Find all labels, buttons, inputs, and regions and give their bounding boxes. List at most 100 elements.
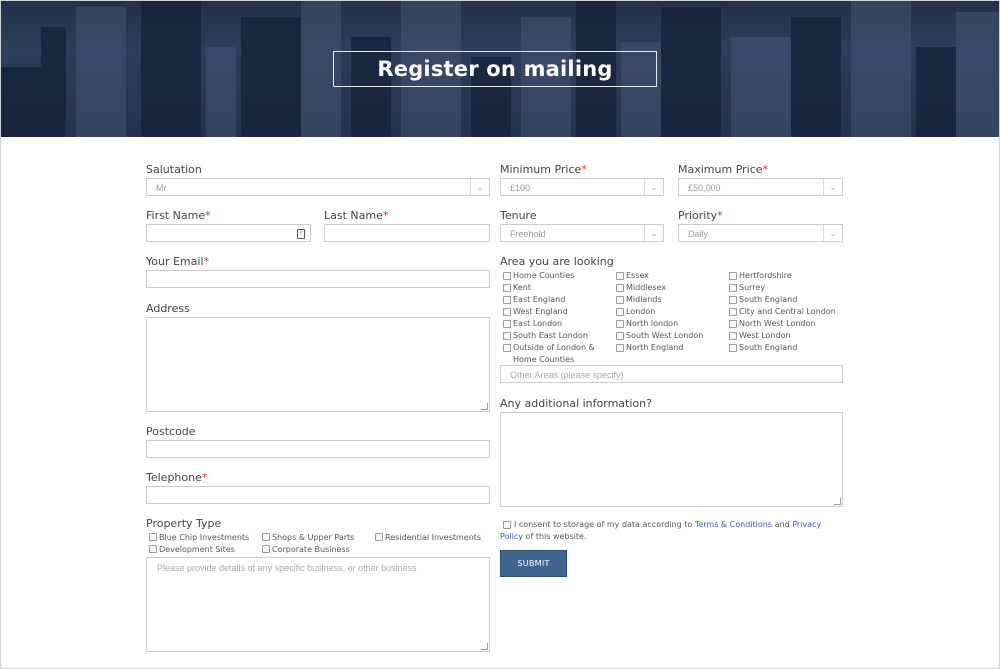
- area-checkbox[interactable]: [729, 308, 737, 316]
- area-checkbox[interactable]: [503, 272, 511, 280]
- chevron-down-icon: ⌄: [823, 179, 842, 195]
- checkbox-blue-chip[interactable]: [149, 533, 157, 541]
- area-option-label: Middlesex: [626, 283, 667, 292]
- area-option-label: North West London: [739, 319, 816, 328]
- priority-label: Priority*: [678, 209, 723, 222]
- area-checkbox[interactable]: [503, 284, 511, 292]
- area-option-label: South England: [739, 295, 798, 304]
- area-option-label: Essex: [626, 271, 649, 280]
- area-option-label: Surrey: [739, 283, 766, 292]
- min-price-select[interactable]: £100 ⌄: [500, 178, 664, 196]
- min-price-value: £100: [510, 183, 531, 193]
- area-option-label: Home Counties: [513, 271, 575, 280]
- checkbox-shops[interactable]: [262, 533, 270, 541]
- resize-handle-icon[interactable]: [834, 498, 841, 505]
- area-option-label: East England: [513, 295, 566, 304]
- first-name-label: First Name*: [146, 209, 211, 222]
- chevron-down-icon: ⌄: [644, 179, 663, 195]
- area-option-label: Kent: [513, 283, 531, 292]
- area-option-label: North England: [626, 343, 684, 352]
- property-type-label: Property Type: [146, 517, 222, 530]
- area-checkbox[interactable]: [729, 344, 737, 352]
- area-checkbox[interactable]: [729, 320, 737, 328]
- first-name-input[interactable]: !: [146, 224, 311, 242]
- checkbox-label: Corporate Business: [272, 545, 350, 554]
- area-label: Area you are looking: [500, 255, 614, 268]
- area-option-label: West England: [513, 307, 568, 316]
- page-title: Register on mailing: [377, 57, 613, 81]
- priority-select[interactable]: Daily ⌄: [678, 224, 843, 242]
- area-option-label: Outside of London &: [513, 343, 595, 352]
- property-details-placeholder: Please provide details of any specific b…: [157, 563, 417, 573]
- area-option-label-line2: Home Counties: [513, 355, 575, 364]
- tenure-label: Tenure: [500, 209, 537, 222]
- area-option-label: North london: [626, 319, 679, 328]
- resize-handle-icon[interactable]: [481, 403, 488, 410]
- checkbox-label: Residential Investments: [385, 533, 482, 542]
- other-areas-placeholder: Other Areas (please specify): [510, 370, 624, 380]
- checkbox-residential[interactable]: [375, 533, 383, 541]
- area-checkbox[interactable]: [503, 332, 511, 340]
- property-details-textarea[interactable]: Please provide details of any specific b…: [146, 557, 490, 652]
- hero-banner: Register on mailing: [1, 1, 999, 137]
- chevron-down-icon: ⌄: [644, 225, 663, 241]
- address-textarea[interactable]: [146, 317, 490, 412]
- address-label: Address: [146, 302, 190, 315]
- area-checkbox[interactable]: [616, 332, 624, 340]
- salutation-label: Salutation: [146, 163, 202, 176]
- postcode-input[interactable]: [146, 440, 490, 458]
- area-checkbox[interactable]: [616, 320, 624, 328]
- chevron-down-icon: ⌄: [823, 225, 842, 241]
- area-checkbox[interactable]: [616, 272, 624, 280]
- area-checkbox[interactable]: [616, 308, 624, 316]
- additional-info-textarea[interactable]: [500, 412, 843, 507]
- last-name-input[interactable]: [324, 224, 490, 242]
- area-option-label: South England: [739, 343, 798, 352]
- checkbox-corporate[interactable]: [262, 545, 270, 553]
- area-checkbox[interactable]: [503, 320, 511, 328]
- last-name-label: Last Name*: [324, 209, 389, 222]
- area-checkbox[interactable]: [729, 284, 737, 292]
- checkbox-label: Blue Chip Investments: [159, 533, 250, 542]
- salutation-value: Mr: [156, 183, 167, 193]
- area-checkbox[interactable]: [616, 344, 624, 352]
- max-price-label: Maximum Price*: [678, 163, 769, 176]
- min-price-label: Minimum Price*: [500, 163, 587, 176]
- telephone-label: Telephone*: [146, 471, 208, 484]
- max-price-select[interactable]: £50,000 ⌄: [678, 178, 843, 196]
- area-option-label: City and Central London: [739, 307, 836, 316]
- consent-text: I consent to storage of my data accordin…: [500, 520, 822, 541]
- key-icon[interactable]: !: [297, 229, 305, 239]
- area-checkbox[interactable]: [503, 308, 511, 316]
- area-option-label: Midlands: [626, 295, 662, 304]
- area-checkbox[interactable]: [729, 296, 737, 304]
- chevron-down-icon: ⌄: [470, 179, 489, 195]
- resize-handle-icon[interactable]: [481, 643, 488, 650]
- salutation-select[interactable]: Mr ⌄: [146, 178, 490, 196]
- area-option-label: Hertfordshire: [739, 271, 792, 280]
- checkbox-development[interactable]: [149, 545, 157, 553]
- email-label: Your Email*: [146, 255, 209, 268]
- area-option-label: South East London: [513, 331, 588, 340]
- max-price-value: £50,000: [688, 183, 721, 193]
- telephone-input[interactable]: [146, 486, 490, 504]
- area-checkbox[interactable]: [616, 296, 624, 304]
- checkbox-label: Development Sites: [159, 545, 235, 554]
- page-title-box: Register on mailing: [333, 51, 657, 87]
- area-option-label: East London: [513, 319, 563, 328]
- tenure-value: Freehold: [510, 229, 546, 239]
- area-checkbox[interactable]: [503, 344, 511, 352]
- area-checkbox[interactable]: [729, 272, 737, 280]
- email-input[interactable]: [146, 270, 490, 288]
- checkbox-label: Shops & Upper Parts: [272, 533, 355, 542]
- area-checkbox[interactable]: [729, 332, 737, 340]
- submit-button[interactable]: SUBMIT: [500, 550, 567, 577]
- tenure-select[interactable]: Freehold ⌄: [500, 224, 664, 242]
- postcode-label: Postcode: [146, 425, 196, 438]
- terms-link[interactable]: Terms & Conditions: [695, 520, 772, 529]
- other-areas-input[interactable]: Other Areas (please specify): [500, 365, 843, 383]
- additional-info-label: Any additional information?: [500, 397, 652, 410]
- area-checkbox[interactable]: [616, 284, 624, 292]
- area-checkbox[interactable]: [503, 296, 511, 304]
- area-option-label: West London: [739, 331, 791, 340]
